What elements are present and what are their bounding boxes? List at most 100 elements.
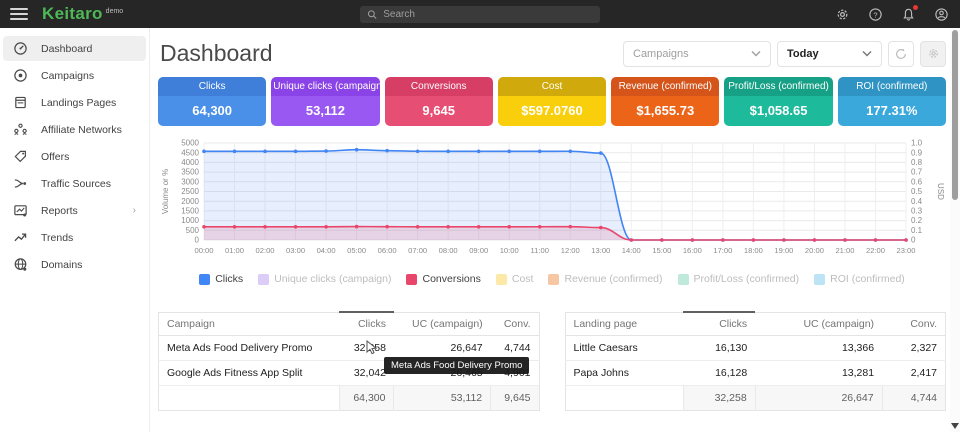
svg-text:11:00: 11:00 bbox=[531, 246, 549, 255]
app-logo[interactable]: Keitarodemo bbox=[42, 4, 123, 24]
legend-item-0[interactable]: Clicks bbox=[199, 273, 243, 285]
scrollbar-down-arrow[interactable] bbox=[951, 423, 959, 429]
svg-text:0.5: 0.5 bbox=[911, 187, 923, 196]
svg-text:02:00: 02:00 bbox=[256, 246, 275, 255]
sidebar-item-trends[interactable]: Trends bbox=[3, 225, 146, 250]
dashboard-settings-button[interactable] bbox=[920, 41, 946, 67]
legend-swatch bbox=[406, 274, 417, 285]
svg-text:14:00: 14:00 bbox=[622, 246, 641, 255]
svg-text:0.1: 0.1 bbox=[911, 226, 923, 235]
date-range-select[interactable]: Today bbox=[777, 41, 882, 67]
chevron-down-icon bbox=[862, 50, 872, 57]
notifications-bell-icon[interactable] bbox=[900, 6, 917, 23]
column-header-uc[interactable]: UC (campaign) bbox=[755, 312, 882, 336]
help-icon[interactable]: ? bbox=[867, 6, 884, 23]
svg-text:16:00: 16:00 bbox=[683, 246, 702, 255]
legend-item-1[interactable]: Unique clicks (campaign) bbox=[258, 273, 391, 285]
legend-item-4[interactable]: Revenue (confirmed) bbox=[548, 273, 662, 285]
sidebar-item-reports[interactable]: Reports› bbox=[3, 198, 146, 223]
search-icon bbox=[367, 9, 377, 20]
scrollbar-thumb[interactable] bbox=[952, 30, 958, 200]
sidebar-item-offers[interactable]: Offers bbox=[3, 144, 146, 169]
landing-page-name[interactable]: Little Caesars bbox=[565, 336, 683, 361]
svg-text:19:00: 19:00 bbox=[774, 246, 793, 255]
svg-text:5000: 5000 bbox=[181, 139, 199, 148]
table-totals-row: 32,258 26,647 4,744 bbox=[565, 386, 946, 411]
chevron-down-icon bbox=[751, 50, 761, 57]
report-icon bbox=[13, 203, 28, 218]
sidebar-item-dashboard[interactable]: Dashboard bbox=[3, 36, 146, 61]
svg-text:0.7: 0.7 bbox=[911, 168, 923, 177]
sidebar-item-campaigns[interactable]: Campaigns bbox=[3, 63, 146, 88]
page-title: Dashboard bbox=[160, 40, 273, 67]
svg-text:20:00: 20:00 bbox=[805, 246, 824, 255]
campaign-name[interactable]: Meta Ads Food Delivery Promo bbox=[159, 336, 340, 361]
legend-item-6[interactable]: ROI (confirmed) bbox=[814, 273, 905, 285]
column-header-conv[interactable]: Conv. bbox=[491, 312, 539, 336]
search-box[interactable] bbox=[360, 6, 600, 23]
legend-swatch bbox=[548, 274, 559, 285]
trend-icon bbox=[13, 230, 28, 245]
notification-dot bbox=[913, 5, 918, 10]
svg-text:500: 500 bbox=[186, 226, 200, 235]
account-icon[interactable] bbox=[933, 6, 950, 23]
svg-text:00:00: 00:00 bbox=[194, 246, 213, 255]
svg-text:07:00: 07:00 bbox=[408, 246, 427, 255]
branch-icon bbox=[13, 176, 28, 191]
refresh-button[interactable] bbox=[888, 41, 914, 67]
column-header-campaign[interactable]: Campaign bbox=[159, 312, 340, 336]
svg-text:0.6: 0.6 bbox=[911, 177, 923, 186]
search-input[interactable] bbox=[383, 9, 593, 20]
svg-text:0.8: 0.8 bbox=[911, 158, 923, 167]
campaigns-filter-select[interactable]: Campaigns bbox=[623, 41, 771, 67]
chart-legend: Clicks Unique clicks (campaign) Conversion… bbox=[158, 273, 946, 285]
sidebar-item-traffic-sources[interactable]: Traffic Sources bbox=[3, 171, 146, 196]
svg-text:0: 0 bbox=[195, 236, 200, 245]
sidebar-item-affiliate-networks[interactable]: Affiliate Networks bbox=[3, 117, 146, 142]
svg-text:3500: 3500 bbox=[181, 168, 199, 177]
landing-pages-table: Landing page Clicks UC (campaign) Conv. … bbox=[565, 311, 947, 411]
svg-text:06:00: 06:00 bbox=[378, 246, 397, 255]
stat-cards: Clicks64,300 Unique clicks (campaign)53,… bbox=[158, 77, 946, 126]
legend-item-5[interactable]: Profit/Loss (confirmed) bbox=[678, 273, 800, 285]
svg-text:4500: 4500 bbox=[181, 148, 199, 157]
gauge-icon bbox=[13, 41, 28, 56]
legend-swatch bbox=[258, 274, 269, 285]
svg-text:08:00: 08:00 bbox=[439, 246, 458, 255]
stat-card-clicks: Clicks64,300 bbox=[158, 77, 266, 126]
legend-item-3[interactable]: Cost bbox=[496, 273, 534, 285]
legend-item-2[interactable]: Conversions bbox=[406, 273, 480, 285]
column-header-clicks[interactable]: Clicks bbox=[683, 312, 755, 336]
svg-text:05:00: 05:00 bbox=[347, 246, 366, 255]
sidebar-item-domains[interactable]: Domains bbox=[3, 252, 146, 277]
table-row: Little Caesars 16,130 13,366 2,327 bbox=[565, 336, 946, 361]
legend-swatch bbox=[678, 274, 689, 285]
svg-text:21:00: 21:00 bbox=[835, 246, 854, 255]
stat-card-roi: ROI (confirmed)177.31% bbox=[838, 77, 946, 126]
svg-text:03:00: 03:00 bbox=[286, 246, 305, 255]
svg-text:13:00: 13:00 bbox=[591, 246, 610, 255]
column-header-clicks[interactable]: Clicks bbox=[339, 312, 394, 336]
settings-icon[interactable] bbox=[834, 6, 851, 23]
svg-text:23:00: 23:00 bbox=[896, 246, 915, 255]
landing-page-name[interactable]: Papa Johns bbox=[565, 361, 683, 386]
column-header-conv[interactable]: Conv. bbox=[882, 312, 945, 336]
people-icon bbox=[13, 122, 28, 137]
svg-text:?: ? bbox=[873, 10, 877, 19]
column-header-landing-page[interactable]: Landing page bbox=[565, 312, 683, 336]
target-icon bbox=[13, 68, 28, 83]
campaign-name[interactable]: Google Ads Fitness App Split bbox=[159, 361, 340, 386]
page-scrollbar bbox=[950, 28, 960, 432]
column-header-uc[interactable]: UC (campaign) bbox=[394, 312, 491, 336]
refresh-icon bbox=[894, 47, 908, 61]
svg-text:3000: 3000 bbox=[181, 177, 199, 186]
svg-text:0.3: 0.3 bbox=[911, 207, 923, 216]
sidebar: DashboardCampaignsLandings PagesAffiliat… bbox=[0, 28, 150, 432]
svg-text:22:00: 22:00 bbox=[866, 246, 885, 255]
legend-swatch bbox=[496, 274, 507, 285]
traffic-chart: 005000.110000.215000.320000.425000.53000… bbox=[158, 136, 946, 271]
svg-text:12:00: 12:00 bbox=[561, 246, 580, 255]
sidebar-item-landings-pages[interactable]: Landings Pages bbox=[3, 90, 146, 115]
table-totals-row: 64,300 53,112 9,645 bbox=[159, 386, 540, 411]
menu-toggle-icon[interactable] bbox=[10, 8, 28, 20]
